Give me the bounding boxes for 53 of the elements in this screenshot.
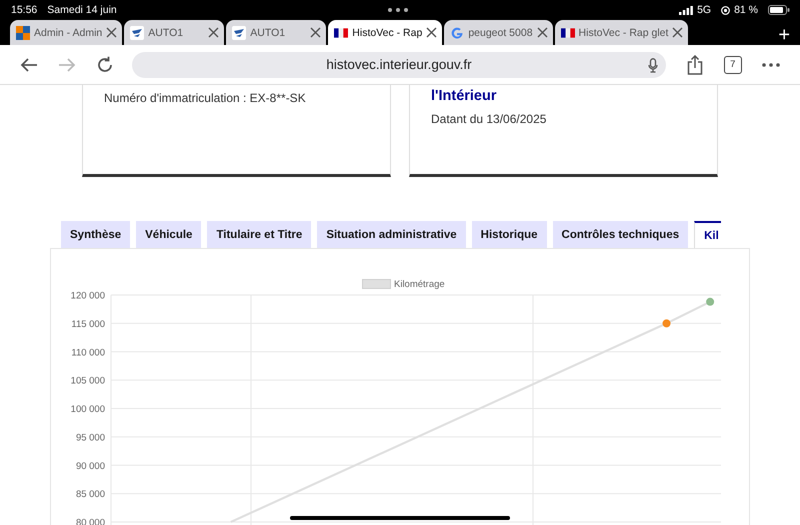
section-tab[interactable]: Situation administrative bbox=[317, 221, 466, 248]
y-axis-label: 120 000 bbox=[70, 290, 105, 302]
y-axis-label: 105 000 bbox=[70, 376, 105, 387]
multitask-dots-icon[interactable] bbox=[388, 8, 408, 12]
section-tab[interactable]: Kil bbox=[694, 221, 721, 248]
battery-icon bbox=[768, 5, 790, 15]
browser-tab[interactable]: peugeot 5008 bbox=[444, 20, 553, 45]
section-tab[interactable]: Contrôles techniques bbox=[552, 221, 688, 248]
y-axis-label: 90 000 bbox=[76, 460, 105, 472]
section-tab[interactable]: Synthèse bbox=[61, 221, 130, 248]
browser-tab[interactable]: AUTO1 bbox=[226, 20, 326, 45]
close-icon[interactable] bbox=[310, 27, 322, 38]
share-icon[interactable] bbox=[686, 54, 703, 74]
card-title: l'Intérieur bbox=[431, 87, 498, 106]
y-axis-label: 115 000 bbox=[71, 318, 105, 330]
close-icon[interactable] bbox=[208, 27, 220, 38]
browser-tab[interactable]: AUTO1 bbox=[124, 20, 224, 45]
google-icon bbox=[450, 26, 464, 40]
y-axis-label: 95 000 bbox=[76, 432, 105, 444]
section-tab[interactable]: Véhicule bbox=[136, 221, 202, 248]
auto-logo-icon bbox=[232, 26, 246, 40]
new-tab-button[interactable]: + bbox=[778, 25, 790, 45]
back-arrow-icon[interactable] bbox=[20, 56, 38, 72]
y-axis-label: 100 000 bbox=[70, 404, 105, 415]
status-date: Samedi 14 juin bbox=[47, 4, 117, 16]
squares-icon bbox=[16, 26, 30, 40]
battery-percent: 81 % bbox=[734, 4, 758, 16]
reload-icon[interactable] bbox=[96, 56, 114, 74]
section-tab[interactable]: Historique bbox=[472, 221, 547, 248]
flag-icon bbox=[334, 28, 348, 38]
signal-icon bbox=[679, 6, 694, 14]
more-icon[interactable] bbox=[762, 62, 780, 66]
card-text: Datant du 13/06/2025 bbox=[431, 111, 548, 127]
close-icon[interactable] bbox=[536, 27, 548, 38]
y-axis-label: 110 000 bbox=[71, 347, 105, 358]
card-text: Numéro d'immatriculation : EX-8**-SK bbox=[104, 90, 307, 106]
tab-count-button[interactable]: 7 bbox=[724, 56, 742, 74]
microphone-icon[interactable] bbox=[648, 58, 658, 72]
address-bar[interactable]: histovec.interieur.gouv.fr bbox=[132, 52, 666, 78]
location-icon bbox=[721, 6, 730, 14]
browser-tab[interactable]: HistoVec - Rap glet bbox=[554, 20, 688, 45]
auto-logo-icon bbox=[130, 26, 144, 40]
y-axis-label: 85 000 bbox=[76, 489, 105, 500]
network-label: 5G bbox=[697, 4, 712, 16]
legend-label: Kilométrage bbox=[394, 279, 445, 290]
flag-icon bbox=[560, 28, 575, 38]
close-icon[interactable] bbox=[672, 27, 684, 38]
section-tab[interactable]: Titulaire et Titre bbox=[207, 221, 312, 248]
browser-tab[interactable]: HistoVec - Rap bbox=[328, 20, 442, 45]
close-icon[interactable] bbox=[426, 27, 438, 38]
close-icon[interactable] bbox=[106, 27, 118, 38]
status-time: 15:56 bbox=[11, 4, 38, 16]
browser-tab[interactable]: Admin - Admin bbox=[10, 20, 122, 45]
